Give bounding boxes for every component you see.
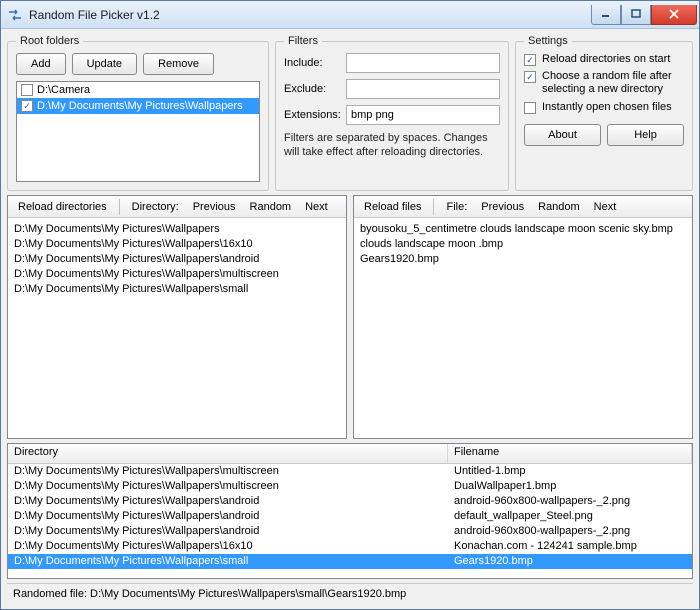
- table-row[interactable]: D:\My Documents\My Pictures\Wallpapers\s…: [8, 554, 692, 569]
- include-label: Include:: [284, 57, 346, 69]
- exclude-label: Exclude:: [284, 83, 346, 95]
- dir-random-button[interactable]: Random: [244, 199, 298, 215]
- cell-filename: Untitled-1.bmp: [448, 464, 692, 479]
- instant-open-checkbox[interactable]: [524, 102, 536, 114]
- cell-directory: D:\My Documents\My Pictures\Wallpapers\a…: [8, 524, 448, 539]
- separator: [119, 199, 120, 215]
- filters-group: Filters Include: Exclude: Extensions: Fi…: [275, 35, 509, 191]
- directory-row[interactable]: D:\My Documents\My Pictures\Wallpapers\1…: [14, 237, 340, 252]
- window-title: Random File Picker v1.2: [29, 8, 591, 22]
- file-row[interactable]: clouds landscape moon .bmp: [360, 237, 686, 252]
- cell-directory: D:\My Documents\My Pictures\Wallpapers\m…: [8, 479, 448, 494]
- root-folder-checkbox[interactable]: ✓: [21, 100, 33, 112]
- directories-panel: Reload directories Directory: Previous R…: [7, 195, 347, 439]
- cell-filename: Konachan.com - 124241 sample.bmp: [448, 539, 692, 554]
- random-after-select-checkbox[interactable]: ✓: [524, 71, 536, 83]
- table-row[interactable]: D:\My Documents\My Pictures\Wallpapers\a…: [8, 524, 692, 539]
- update-button[interactable]: Update: [72, 53, 137, 75]
- results-table-body[interactable]: D:\My Documents\My Pictures\Wallpapers\m…: [8, 464, 692, 578]
- reload-on-start-label: Reload directories on start: [542, 53, 670, 66]
- cell-filename: Gears1920.bmp: [448, 554, 692, 569]
- add-button[interactable]: Add: [16, 53, 66, 75]
- filters-legend: Filters: [284, 35, 322, 47]
- file-row[interactable]: byousoku_5_centimetre clouds landscape m…: [360, 222, 686, 237]
- root-folders-group: Root folders Add Update Remove D:\Camera…: [7, 35, 269, 191]
- reload-files-button[interactable]: Reload files: [358, 199, 427, 215]
- column-header-directory[interactable]: Directory: [8, 444, 448, 463]
- cell-directory: D:\My Documents\My Pictures\Wallpapers\a…: [8, 509, 448, 524]
- cell-filename: android-960x800-wallpapers-_2.png: [448, 494, 692, 509]
- reload-directories-button[interactable]: Reload directories: [12, 199, 113, 215]
- app-icon: [7, 7, 23, 23]
- files-panel: Reload files File: Previous Random Next …: [353, 195, 693, 439]
- directory-row[interactable]: D:\My Documents\My Pictures\Wallpapers\s…: [14, 282, 340, 297]
- settings-group: Settings ✓ Reload directories on start ✓…: [515, 35, 693, 191]
- table-row[interactable]: D:\My Documents\My Pictures\Wallpapers\a…: [8, 509, 692, 524]
- maximize-button[interactable]: [621, 5, 651, 25]
- table-row[interactable]: D:\My Documents\My Pictures\Wallpapers\m…: [8, 479, 692, 494]
- extensions-label: Extensions:: [284, 109, 346, 121]
- directory-label: Directory:: [126, 199, 185, 215]
- root-folder-item[interactable]: ✓ D:\My Documents\My Pictures\Wallpapers: [17, 98, 259, 114]
- directory-row[interactable]: D:\My Documents\My Pictures\Wallpapers: [14, 222, 340, 237]
- extensions-input[interactable]: [346, 105, 500, 125]
- files-list[interactable]: byousoku_5_centimetre clouds landscape m…: [354, 218, 692, 438]
- reload-on-start-checkbox[interactable]: ✓: [524, 54, 536, 66]
- minimize-button[interactable]: [591, 5, 621, 25]
- include-input[interactable]: [346, 53, 500, 73]
- cell-filename: default_wallpaper_Steel.png: [448, 509, 692, 524]
- file-label: File:: [440, 199, 473, 215]
- remove-button[interactable]: Remove: [143, 53, 214, 75]
- root-folder-path: D:\My Documents\My Pictures\Wallpapers: [37, 100, 243, 112]
- file-next-button[interactable]: Next: [588, 199, 623, 215]
- directory-row[interactable]: D:\My Documents\My Pictures\Wallpapers\m…: [14, 267, 340, 282]
- dir-next-button[interactable]: Next: [299, 199, 334, 215]
- table-row[interactable]: D:\My Documents\My Pictures\Wallpapers\1…: [8, 539, 692, 554]
- about-button[interactable]: About: [524, 124, 601, 146]
- cell-directory: D:\My Documents\My Pictures\Wallpapers\1…: [8, 539, 448, 554]
- root-folders-list[interactable]: D:\Camera ✓ D:\My Documents\My Pictures\Wa…: [16, 81, 260, 182]
- cell-directory: D:\My Documents\My Pictures\Wallpapers\a…: [8, 494, 448, 509]
- settings-legend: Settings: [524, 35, 572, 47]
- dir-previous-button[interactable]: Previous: [187, 199, 242, 215]
- cell-directory: D:\My Documents\My Pictures\Wallpapers\m…: [8, 464, 448, 479]
- instant-open-label: Instantly open chosen files: [542, 101, 672, 114]
- root-folder-item[interactable]: D:\Camera: [17, 82, 259, 98]
- statusbar: Randomed file: D:\My Documents\My Pictur…: [7, 583, 693, 603]
- directory-row[interactable]: D:\My Documents\My Pictures\Wallpapers\a…: [14, 252, 340, 267]
- status-text: Randomed file: D:\My Documents\My Pictur…: [13, 588, 406, 600]
- cell-filename: android-960x800-wallpapers-_2.png: [448, 524, 692, 539]
- app-window: Random File Picker v1.2 Root folders Add…: [0, 0, 700, 610]
- file-row[interactable]: Gears1920.bmp: [360, 252, 686, 267]
- file-previous-button[interactable]: Previous: [475, 199, 530, 215]
- close-button[interactable]: [651, 5, 697, 25]
- cell-filename: DualWallpaper1.bmp: [448, 479, 692, 494]
- random-after-select-label: Choose a random file after selecting a n…: [542, 70, 684, 96]
- help-button[interactable]: Help: [607, 124, 684, 146]
- cell-directory: D:\My Documents\My Pictures\Wallpapers\s…: [8, 554, 448, 569]
- filters-hint: Filters are separated by spaces. Changes…: [284, 131, 500, 160]
- table-row[interactable]: D:\My Documents\My Pictures\Wallpapers\m…: [8, 464, 692, 479]
- table-row[interactable]: D:\My Documents\My Pictures\Wallpapers\a…: [8, 494, 692, 509]
- titlebar[interactable]: Random File Picker v1.2: [1, 1, 699, 29]
- separator: [433, 199, 434, 215]
- results-table: Directory Filename D:\My Documents\My Pi…: [7, 443, 693, 579]
- root-folder-path: D:\Camera: [37, 84, 90, 96]
- client-area: Root folders Add Update Remove D:\Camera…: [1, 29, 699, 609]
- root-folders-legend: Root folders: [16, 35, 83, 47]
- directories-list[interactable]: D:\My Documents\My Pictures\WallpapersD:…: [8, 218, 346, 438]
- column-header-filename[interactable]: Filename: [448, 444, 692, 463]
- file-random-button[interactable]: Random: [532, 199, 586, 215]
- root-folder-checkbox[interactable]: [21, 84, 33, 96]
- exclude-input[interactable]: [346, 79, 500, 99]
